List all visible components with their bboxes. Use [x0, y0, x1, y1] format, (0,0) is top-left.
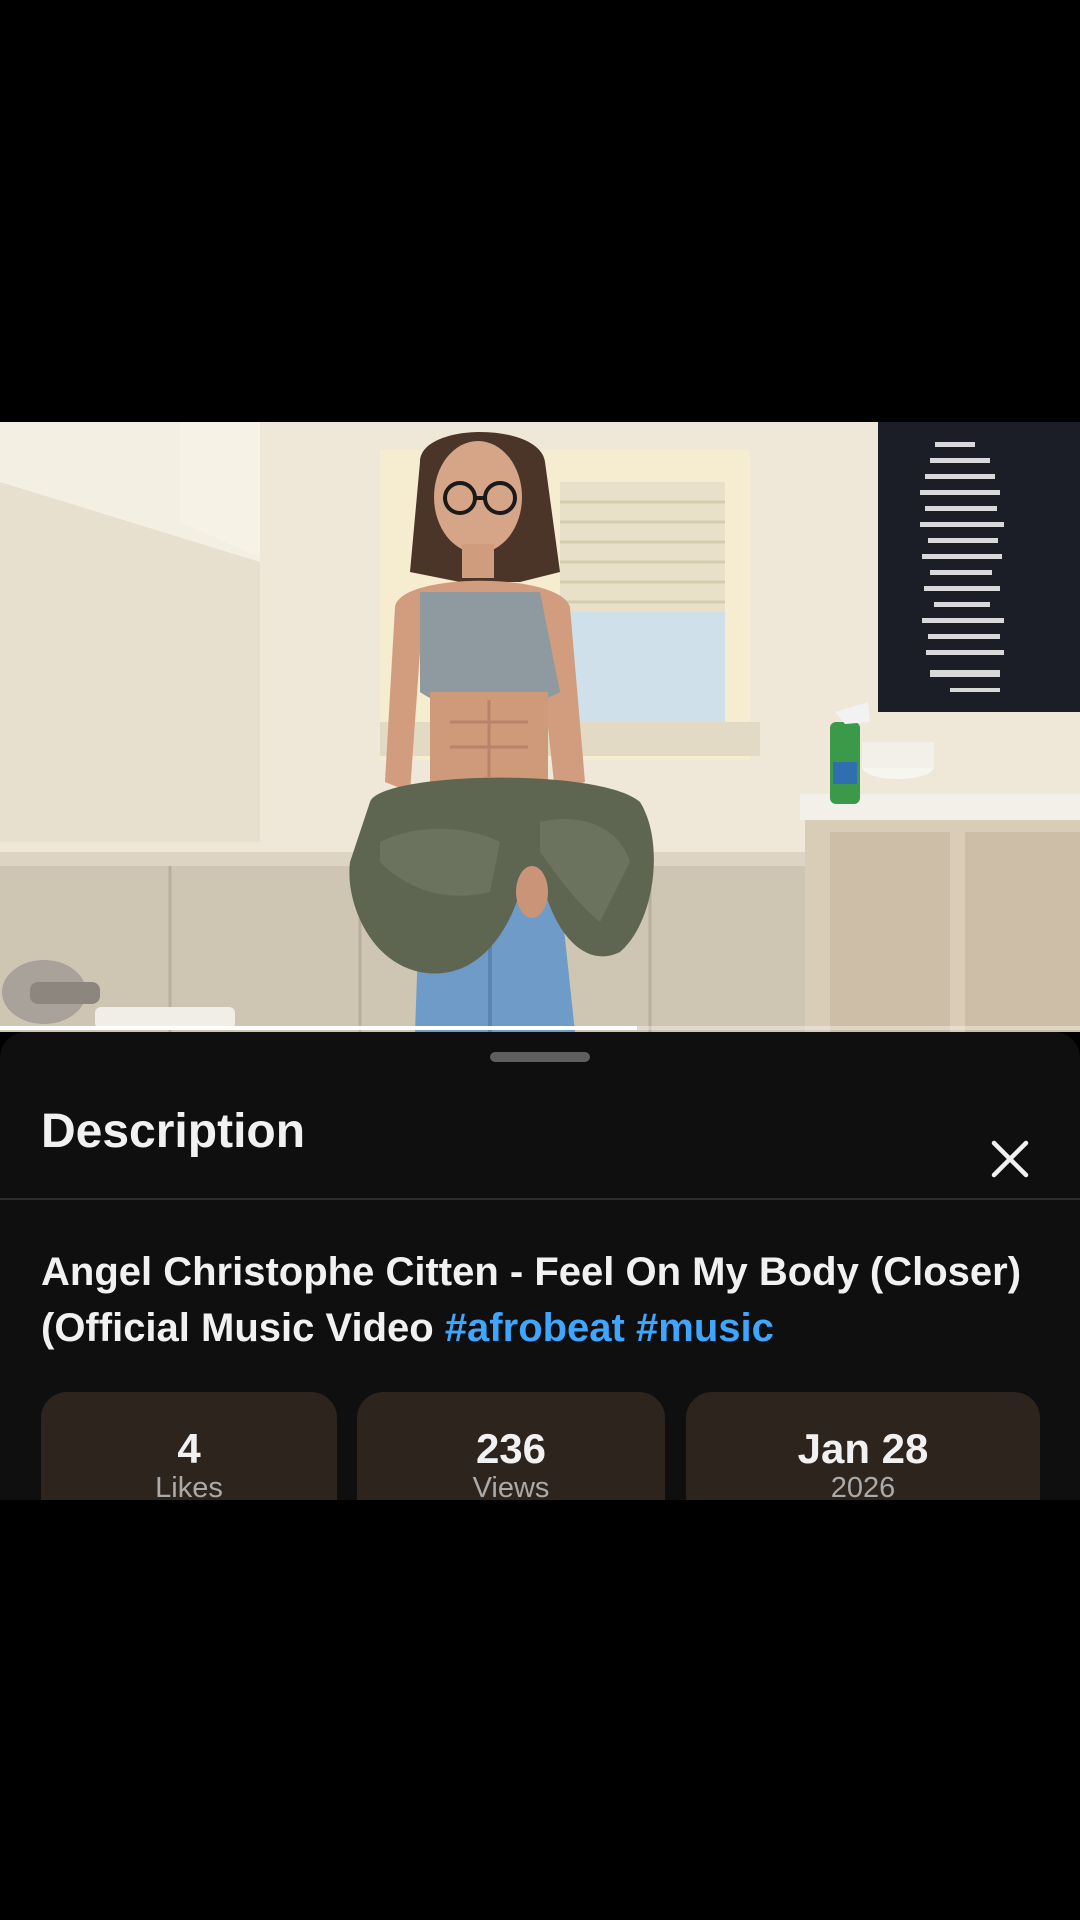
close-button[interactable]: [985, 1134, 1035, 1184]
description-sheet: Description Angel Christophe Citten - Fe…: [0, 1032, 1080, 1500]
sheet-title: Description: [41, 1105, 306, 1158]
date-stat-card: Jan 28 2026: [686, 1392, 1040, 1500]
divider: [0, 1198, 1080, 1200]
likes-stat-card: 4 Likes: [41, 1392, 337, 1500]
likes-count: 4: [177, 1425, 201, 1472]
video-title: Angel Christophe Citten - Feel On My Bod…: [41, 1244, 1041, 1356]
screen: Description Angel Christophe Citten - Fe…: [0, 0, 1080, 1920]
likes-label: Likes: [155, 1472, 223, 1501]
hashtag-music[interactable]: #music: [636, 1306, 774, 1350]
video-progress-fill: [0, 1026, 638, 1030]
views-label: Views: [472, 1472, 550, 1501]
views-count: 236: [475, 1425, 547, 1472]
close-icon: [991, 1140, 1029, 1178]
drag-handle[interactable]: [490, 1052, 590, 1062]
video-player[interactable]: [0, 422, 1080, 1032]
video-frame: [0, 422, 1080, 1032]
publish-year: 2026: [830, 1472, 896, 1501]
publish-date: Jan 28: [797, 1425, 929, 1472]
video-progress-bar[interactable]: [0, 1026, 1080, 1030]
hashtag-afrobeat[interactable]: #afrobeat: [445, 1306, 625, 1350]
views-stat-card: 236 Views: [357, 1392, 665, 1500]
